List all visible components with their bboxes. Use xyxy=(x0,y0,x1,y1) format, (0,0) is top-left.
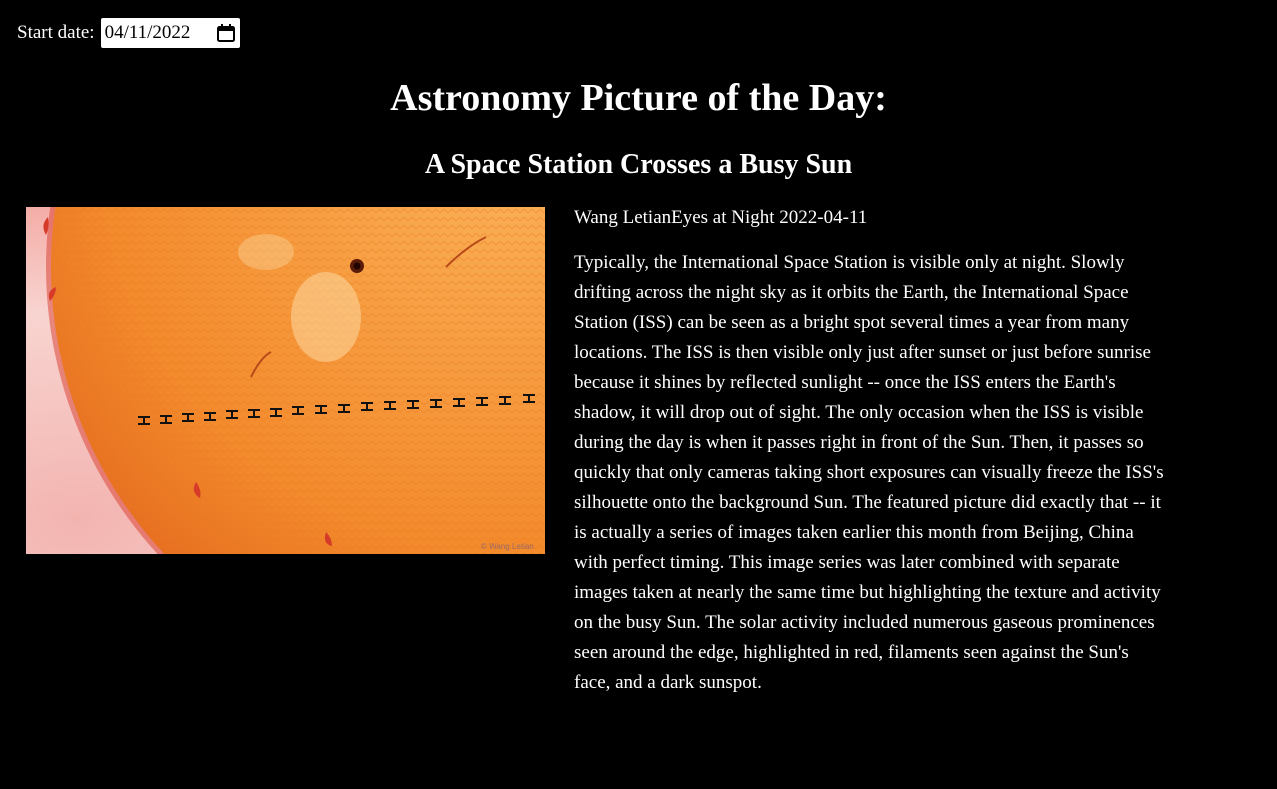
start-date-label: Start date: xyxy=(17,22,95,43)
apod-image[interactable]: © Wang Letian xyxy=(26,207,545,554)
start-date-input[interactable]: 04/11/2022 xyxy=(100,18,240,48)
start-date-value: 04/11/2022 xyxy=(104,22,191,43)
calendar-icon[interactable] xyxy=(216,23,236,43)
page-title: Astronomy Picture of the Day: xyxy=(390,77,887,119)
article: Wang LetianEyes at Night 2022-04-11 Typi… xyxy=(574,205,1164,698)
explanation-text: Typically, the International Space Stati… xyxy=(574,252,1164,693)
image-credit-watermark: © Wang Letian xyxy=(481,542,534,551)
date-picker-row: Start date: 04/11/2022 xyxy=(17,18,240,48)
picture-title: A Space Station Crosses a Busy Sun xyxy=(424,149,853,180)
byline: Wang LetianEyes at Night 2022-04-11 xyxy=(574,207,868,228)
